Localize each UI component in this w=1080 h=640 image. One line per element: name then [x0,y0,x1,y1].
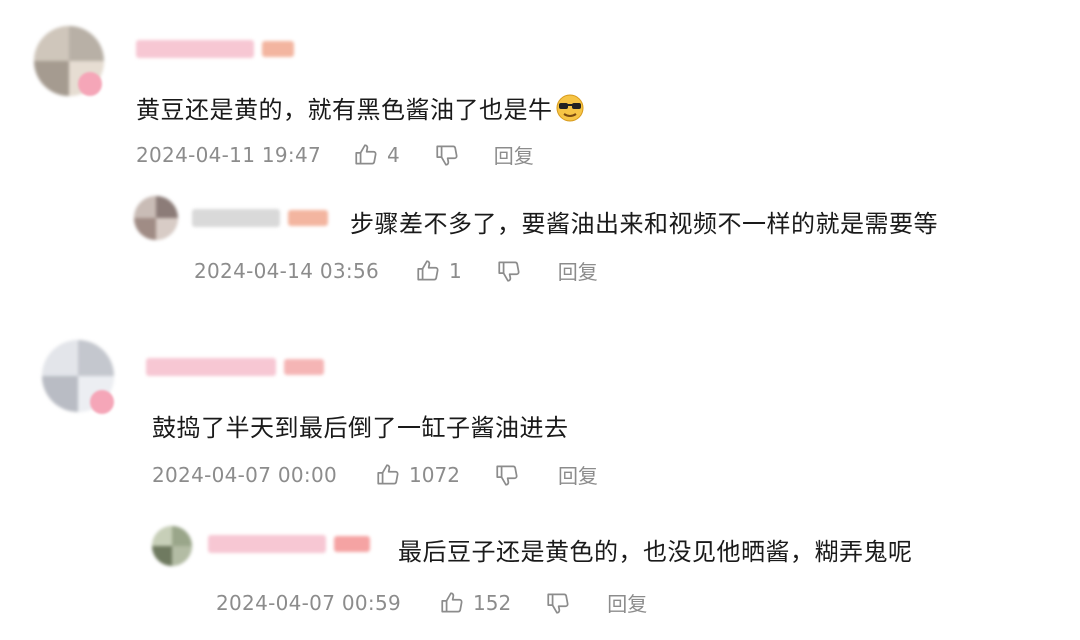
reply-button[interactable]: 回复 [558,256,598,285]
reply-button[interactable]: 回复 [558,460,598,489]
reply-text: 最后豆子还是黄色的，也没见他晒酱，糊弄鬼呢 [398,538,913,566]
timestamp: 2024-04-11 19:47 [136,142,322,167]
username[interactable] [192,209,328,227]
timestamp: 2024-04-07 00:59 [216,590,402,615]
comment-text: 鼓捣了半天到最后倒了一缸子酱油进去 [152,414,569,442]
thumbs-down-icon[interactable] [545,590,571,616]
thumbs-up-icon[interactable] [353,142,379,168]
thumbs-up-icon[interactable] [439,590,465,616]
timestamp: 2024-04-14 03:56 [194,258,380,283]
reply-text: 步骤差不多了，要酱油出来和视频不一样的就是需要等 [350,210,938,238]
username[interactable] [208,535,370,553]
comment-text: 黄豆还是黄的，就有黑色酱油了也是牛 [136,90,585,125]
avatar[interactable] [134,196,178,240]
cool-sunglasses-emoji-icon [555,93,585,123]
thumbs-down-icon[interactable] [434,142,460,168]
reply-meta: 2024-04-07 00:59 152 回复 [216,588,647,617]
avatar[interactable] [152,526,192,566]
like-count: 1 [449,258,462,283]
username[interactable] [146,358,324,376]
thumbs-up-icon[interactable] [415,258,441,284]
thumbs-up-icon[interactable] [375,462,401,488]
timestamp: 2024-04-07 00:00 [152,462,338,487]
avatar-badge [78,72,102,96]
thumbs-down-icon[interactable] [496,258,522,284]
like-count: 152 [473,590,512,615]
like-count: 1072 [409,462,460,487]
reply-button[interactable]: 回复 [494,140,534,169]
reply-button[interactable]: 回复 [607,588,647,617]
comment-text-content: 黄豆还是黄的，就有黑色酱油了也是牛 [136,96,553,124]
like-count: 4 [387,142,400,167]
thumbs-down-icon[interactable] [494,462,520,488]
avatar-badge [90,390,114,414]
reply-meta: 2024-04-14 03:56 1 回复 [194,256,598,285]
comment-meta: 2024-04-07 00:00 1072 回复 [152,460,598,489]
username[interactable] [136,40,294,58]
comment-meta: 2024-04-11 19:47 4 回复 [136,140,534,169]
